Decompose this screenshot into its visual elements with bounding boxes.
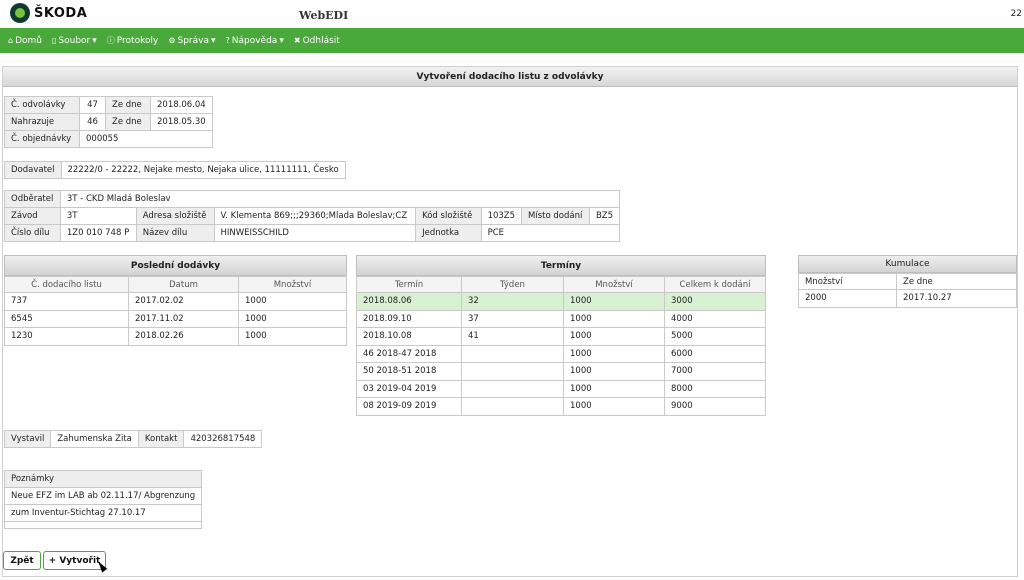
terms-title: Termíny bbox=[356, 255, 766, 276]
cumulation-table: Množství Ze dne 2000 2017.10.27 bbox=[798, 273, 1017, 308]
purchase-order-label: Č. objednávky bbox=[4, 130, 80, 148]
table-row[interactable]: 50 2018-51 2018 1000 7000 bbox=[356, 362, 766, 381]
note-line: zum Inventur-Stichtag 27.10.17 bbox=[3, 504, 203, 522]
supplier-label: Dodavatel bbox=[4, 161, 62, 179]
skoda-logo[interactable]: ŠKODA bbox=[10, 3, 87, 23]
column-header[interactable]: Týden bbox=[461, 276, 564, 293]
order-number-label: Č. odvolávky bbox=[4, 96, 80, 114]
table-header-row: Množství Ze dne bbox=[798, 273, 1017, 290]
purchase-order-value: 000055 bbox=[79, 130, 213, 148]
table-row[interactable]: 2000 2017.10.27 bbox=[798, 289, 1017, 308]
info-icon: ⓘ bbox=[106, 36, 115, 45]
cumulation-title: Kumulace bbox=[798, 255, 1017, 273]
cumulation-grid: Kumulace Množství Ze dne 2000 2017.10.27 bbox=[798, 255, 1017, 308]
order-number-value: 47 bbox=[79, 96, 106, 114]
column-header[interactable]: Ze dne bbox=[896, 273, 1017, 290]
terms-grid: Termíny Termín Týden Množství Celkem k d… bbox=[356, 255, 766, 416]
issuer-table: Vystavil Zahumenska Zita Kontakt 4203268… bbox=[3, 430, 263, 448]
nav-admin[interactable]: ⚙ Správa ▾ bbox=[168, 36, 215, 46]
notes-table: Poznámky Neue EFZ im LAB ab 02.11.17/ Ab… bbox=[3, 470, 203, 529]
table-row[interactable]: 737 2017.02.02 1000 bbox=[4, 292, 347, 311]
nav-home[interactable]: ⌂ Domů bbox=[8, 36, 42, 46]
table-row[interactable]: 46 2018-47 2018 1000 6000 bbox=[356, 344, 766, 363]
file-icon: ▯ bbox=[52, 36, 57, 45]
back-button[interactable]: Zpět bbox=[3, 551, 41, 570]
column-header[interactable]: Datum bbox=[128, 276, 239, 293]
chevron-down-icon: ▾ bbox=[210, 35, 216, 46]
column-header[interactable]: Celkem k dodání bbox=[664, 276, 766, 293]
terms-table: Termín Týden Množství Celkem k dodání 20… bbox=[356, 276, 766, 416]
last-deliveries-title: Poslední dodávky bbox=[4, 255, 347, 276]
page-title: Vytvoření dodacího listu z odvolávky bbox=[3, 67, 1017, 87]
column-header[interactable]: Množství bbox=[563, 276, 665, 293]
note-empty-row bbox=[3, 521, 203, 529]
table-row[interactable]: 2018.10.08 41 1000 5000 bbox=[356, 327, 766, 346]
contact-value: 420326817548 bbox=[183, 430, 263, 448]
app-header: ŠKODA WebEDI 22 bbox=[0, 0, 1024, 28]
last-deliveries-grid: Poslední dodávky Č. dodacího listu Datum… bbox=[4, 255, 347, 346]
recipient-value: 3T - CKD Mladá Boleslav bbox=[59, 190, 621, 208]
replaces-label: Nahrazuje bbox=[4, 113, 80, 131]
issued-by-value: Zahumenska Zita bbox=[50, 430, 139, 448]
table-header-row: Č. dodacího listu Datum Množství bbox=[4, 276, 347, 293]
column-header[interactable]: Množství bbox=[798, 273, 897, 290]
order-info-table: Č. odvolávky 47 Ze dne 2018.06.04 Nahraz… bbox=[4, 96, 213, 148]
storage-code-value: 103Z5 bbox=[480, 207, 523, 225]
header-right-text: 22 bbox=[1010, 9, 1022, 19]
chevron-down-icon: ▾ bbox=[279, 35, 284, 46]
replaces-date-value: 2018.05.30 bbox=[150, 113, 213, 131]
recipient-table: Odběratel 3T - CKD Mladá Boleslav Závod … bbox=[4, 190, 621, 242]
column-header[interactable]: Množství bbox=[238, 276, 347, 293]
unit-value: PCE bbox=[480, 224, 621, 242]
note-line: Neue EFZ im LAB ab 02.11.17/ Abgrenzung bbox=[3, 487, 203, 505]
table-row-selected[interactable]: 2018.08.06 32 1000 3000 bbox=[356, 292, 766, 311]
table-row[interactable]: 6545 2017.11.02 1000 bbox=[4, 309, 347, 328]
issued-by-label: Vystavil bbox=[3, 430, 52, 448]
nav-logout[interactable]: ✖ Odhlásit bbox=[294, 36, 340, 46]
notes-title: Poznámky bbox=[3, 470, 203, 488]
nav-protocols[interactable]: ⓘ Protokoly bbox=[107, 35, 159, 46]
supplier-table: Dodavatel 22222/0 - 22222, Nejake mesto,… bbox=[4, 161, 346, 179]
nav-file[interactable]: ▯ Soubor ▾ bbox=[52, 36, 97, 46]
column-header[interactable]: Č. dodacího listu bbox=[4, 276, 129, 293]
part-number-label: Číslo dílu bbox=[4, 224, 61, 242]
replaces-value: 46 bbox=[79, 113, 106, 131]
table-header-row: Termín Týden Množství Celkem k dodání bbox=[356, 276, 766, 293]
close-icon: ✖ bbox=[293, 36, 301, 45]
contact-label: Kontakt bbox=[137, 430, 185, 448]
part-name-label: Název dílu bbox=[135, 224, 215, 242]
order-date-label: Ze dne bbox=[105, 96, 151, 114]
main-nav: ⌂ Domů ▯ Soubor ▾ ⓘ Protokoly ⚙ Správa ▾ ? Nápo… bbox=[0, 28, 1024, 53]
table-row[interactable]: 2018.09.10 37 1000 4000 bbox=[356, 309, 766, 328]
storage-address-label: Adresa složiště bbox=[135, 207, 215, 225]
table-row[interactable]: 03 2019-04 2019 1000 8000 bbox=[356, 379, 766, 398]
gear-icon: ⚙ bbox=[168, 36, 176, 45]
plant-label: Závod bbox=[4, 207, 61, 225]
app-title: WebEDI bbox=[299, 9, 349, 22]
storage-address-value: V. Klementa 869;;;29360;Mlada Boleslav;C… bbox=[213, 207, 417, 225]
table-row[interactable]: 1230 2018.02.26 1000 bbox=[4, 327, 347, 346]
nav-help[interactable]: ? Nápověda ▾ bbox=[226, 36, 284, 46]
unit-label: Jednotka bbox=[415, 224, 482, 242]
supplier-value: 22222/0 - 22222, Nejake mesto, Nejaka ul… bbox=[60, 161, 346, 179]
order-date-value: 2018.06.04 bbox=[150, 96, 213, 114]
delivery-place-label: Místo dodání bbox=[521, 207, 590, 225]
skoda-logo-icon bbox=[10, 3, 30, 23]
delivery-place-value: BZ5 bbox=[588, 207, 621, 225]
last-deliveries-table: Č. dodacího listu Datum Množství 737 201… bbox=[4, 276, 347, 346]
storage-code-label: Kód složiště bbox=[415, 207, 482, 225]
plant-value: 3T bbox=[59, 207, 137, 225]
question-icon: ? bbox=[225, 36, 230, 45]
part-number-value: 1Z0 010 748 P bbox=[59, 224, 137, 242]
chevron-down-icon: ▾ bbox=[92, 35, 97, 46]
home-icon: ⌂ bbox=[8, 36, 14, 45]
create-button[interactable]: + Vytvořit bbox=[43, 551, 106, 570]
table-row[interactable]: 08 2019-09 2019 1000 9000 bbox=[356, 397, 766, 416]
replaces-date-label: Ze dne bbox=[105, 113, 151, 131]
part-name-value: HINWEISSCHILD bbox=[213, 224, 417, 242]
brand-name: ŠKODA bbox=[34, 5, 88, 21]
recipient-label: Odběratel bbox=[4, 190, 61, 208]
column-header[interactable]: Termín bbox=[356, 276, 462, 293]
